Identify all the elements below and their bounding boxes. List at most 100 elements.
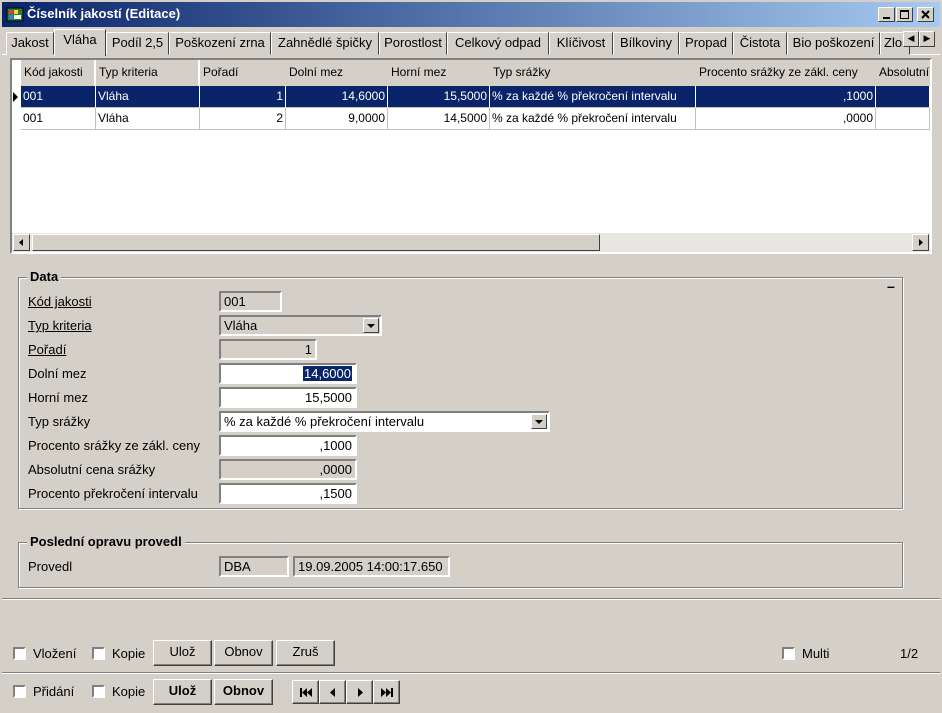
cell-typ[interactable]: Vláha [96, 108, 200, 130]
tab-propad[interactable]: Propad [679, 32, 733, 55]
tab-scroll-right-icon[interactable]: ▶ [919, 31, 935, 47]
col-header-dolni[interactable]: Dolní mez [286, 60, 388, 86]
table-row[interactable]: 001 Vláha 1 14,6000 15,5000 % za každé %… [12, 86, 930, 108]
cell-poradi[interactable]: 2 [200, 108, 286, 130]
horizontal-scrollbar[interactable] [12, 233, 930, 252]
combo-typ[interactable]: Vláha [219, 315, 382, 336]
cell-typ[interactable]: Vláha [96, 86, 200, 108]
tab-zahnedle-spicky[interactable]: Zahnědlé špičky [271, 32, 379, 55]
col-header-procento[interactable]: Procento srážky ze zákl. ceny [696, 60, 876, 86]
data-group-title: Data [27, 269, 62, 284]
refresh-button-2[interactable]: Obnov [214, 679, 273, 705]
refresh-button[interactable]: Obnov [214, 640, 273, 666]
collapse-button[interactable]: – [887, 278, 895, 294]
col-header-typ[interactable]: Typ kriteria [96, 60, 198, 86]
cell-dolni[interactable]: 9,0000 [286, 108, 388, 130]
title-bar[interactable]: Číselník jakostí (Editace) [2, 2, 940, 27]
cell-procento[interactable]: ,1000 [696, 86, 876, 108]
cell-poradi[interactable]: 1 [200, 86, 286, 108]
chevron-down-icon[interactable] [531, 414, 547, 429]
audit-group-title: Poslední opravu provedl [27, 534, 185, 549]
prev-record-icon[interactable] [319, 680, 346, 704]
col-header-absolutni[interactable]: Absolutní [876, 60, 930, 86]
divider [2, 598, 940, 600]
minimize-button[interactable] [878, 7, 895, 22]
save-button[interactable]: Ulož [153, 640, 212, 666]
field-poradi: 1 [219, 339, 317, 360]
cell-dolni[interactable]: 14,6000 [286, 86, 388, 108]
cell-absolutni[interactable] [876, 108, 930, 130]
cell-kod[interactable]: 001 [21, 86, 96, 108]
checkbox-vlozeni[interactable] [13, 647, 26, 660]
label-poradi: Pořadí [28, 342, 67, 357]
tab-scroll-left-icon[interactable]: ◀ [903, 31, 919, 47]
row-indicator-icon [12, 91, 20, 103]
page-indicator: 1/2 [900, 646, 919, 661]
combo-typ-value: Vláha [224, 318, 258, 333]
divider [2, 672, 940, 674]
scrollbar-thumb[interactable] [32, 234, 600, 251]
cell-srazka[interactable]: % za každé % překročení intervalu [490, 108, 696, 130]
checkbox-pridani[interactable] [13, 685, 26, 698]
scroll-right-icon[interactable] [912, 234, 929, 251]
col-header-kod[interactable]: Kód jakosti [21, 60, 94, 86]
tab-strip: Jakost Vláha Podíl 2,5 Poškození zrna Za… [2, 29, 940, 56]
cell-srazka[interactable]: % za každé % překročení intervalu [490, 86, 696, 108]
cell-horni[interactable]: 15,5000 [388, 86, 490, 108]
label-provedl: Provedl [28, 559, 73, 574]
tab-bilkoviny[interactable]: Bílkoviny [613, 32, 679, 55]
col-header-srazka[interactable]: Typ srážky [490, 60, 696, 86]
label-vlozeni: Vložení [33, 646, 77, 661]
chevron-down-icon[interactable] [363, 318, 379, 333]
tab-poskozeni-zrna[interactable]: Poškození zrna [169, 32, 271, 55]
label-kopie-2: Kopie [112, 684, 146, 699]
field-horni[interactable]: 15,5000 [219, 387, 357, 408]
tab-cistota[interactable]: Čistota [733, 32, 787, 55]
cell-absolutni[interactable] [876, 86, 930, 108]
label-multi: Multi [802, 646, 830, 661]
last-record-icon[interactable] [373, 680, 400, 704]
close-button[interactable] [917, 7, 934, 22]
cell-horni[interactable]: 14,5000 [388, 108, 490, 130]
tab-vlaha[interactable]: Vláha [54, 29, 106, 56]
label-dolni: Dolní mez [28, 366, 87, 381]
tab-jakost[interactable]: Jakost [6, 32, 54, 55]
app-icon [6, 6, 24, 23]
data-grid[interactable]: Kód jakosti Typ kriteria Pořadí Dolní me… [10, 58, 932, 254]
table-row[interactable]: 001 Vláha 2 9,0000 14,5000 % za každé % … [12, 108, 930, 130]
combo-srazka-value: % za každé % překročení intervalu [224, 414, 425, 429]
label-typ: Typ kriteria [28, 318, 92, 333]
field-kod: 001 [219, 291, 282, 312]
field-prekroceni[interactable]: ,1500 [219, 483, 357, 504]
col-header-horni[interactable]: Horní mez [388, 60, 490, 86]
label-procento: Procento srážky ze zákl. ceny [28, 438, 200, 453]
label-prekroceni: Procento překročení intervalu [28, 486, 198, 501]
cancel-button[interactable]: Zruš [276, 640, 335, 666]
label-absolutni: Absolutní cena srážky [28, 462, 156, 477]
first-record-icon[interactable] [292, 680, 319, 704]
window-title: Číselník jakostí (Editace) [27, 6, 181, 21]
col-header-poradi[interactable]: Pořadí [200, 60, 286, 86]
label-kopie: Kopie [112, 646, 146, 661]
checkbox-kopie[interactable] [92, 647, 105, 660]
tab-klicivost[interactable]: Klíčivost [549, 32, 613, 55]
save-button-2[interactable]: Ulož [153, 679, 212, 705]
tab-porostlost[interactable]: Porostlost [379, 32, 447, 55]
cell-kod[interactable]: 001 [21, 108, 96, 130]
label-kod: Kód jakosti [28, 294, 92, 309]
field-dolni[interactable]: 14,6000 [219, 363, 357, 384]
maximize-button[interactable] [896, 7, 913, 22]
scroll-left-icon[interactable] [13, 234, 30, 251]
field-absolutni: ,0000 [219, 459, 357, 480]
checkbox-kopie-2[interactable] [92, 685, 105, 698]
field-procento[interactable]: ,1000 [219, 435, 357, 456]
tab-bio-poskozeni[interactable]: Bio poškození [787, 32, 880, 55]
label-srazka: Typ srážky [28, 414, 91, 429]
checkbox-multi[interactable] [782, 647, 795, 660]
field-dolni-value: 14,6000 [303, 366, 352, 381]
cell-procento[interactable]: ,0000 [696, 108, 876, 130]
next-record-icon[interactable] [346, 680, 373, 704]
tab-celkovy-odpad[interactable]: Celkový odpad [447, 32, 549, 55]
combo-srazka[interactable]: % za každé % překročení intervalu [219, 411, 550, 432]
tab-podil[interactable]: Podíl 2,5 [106, 32, 169, 55]
